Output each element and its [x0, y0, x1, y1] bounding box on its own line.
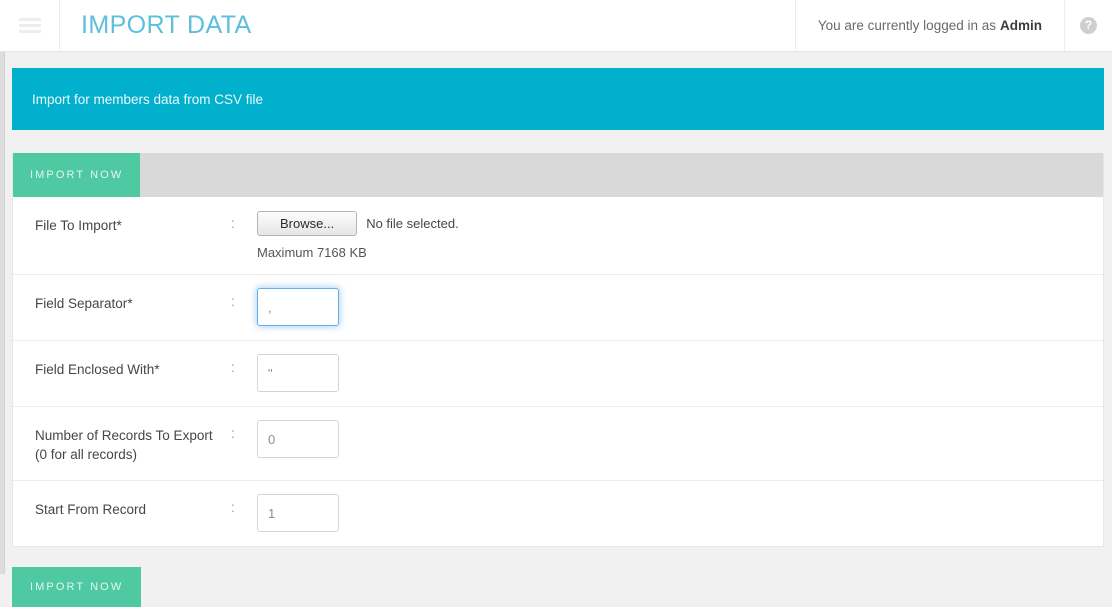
panel-tab-bar: IMPORT NOW	[13, 153, 1103, 197]
field-number-of-records	[257, 407, 1103, 472]
page-content: Import for members data from CSV file IM…	[0, 68, 1112, 607]
label-field-separator: Field Separator*	[13, 275, 231, 329]
menu-toggle-button[interactable]	[0, 0, 60, 51]
selected-file-status: No file selected.	[366, 215, 459, 231]
required-marker: *	[154, 362, 160, 377]
required-marker: *	[116, 218, 122, 233]
colon-separator: :	[231, 426, 235, 441]
field-file-to-import: Browse... No file selected. Maximum 7168…	[257, 197, 1103, 274]
page-title: IMPORT DATA	[81, 11, 252, 39]
label-number-of-records: Number of Records To Export (0 for all r…	[13, 407, 231, 480]
label-number-of-records-text: Number of Records To Export (0 for all r…	[35, 428, 213, 462]
logged-in-label: You are currently logged in as	[817, 18, 996, 33]
colon-separator: :	[231, 216, 235, 231]
hamburger-icon	[18, 15, 41, 36]
required-marker: *	[127, 296, 133, 311]
form-row-number-of-records: Number of Records To Export (0 for all r…	[13, 407, 1103, 481]
label-file-to-import-text: File To Import	[35, 218, 117, 233]
help-button[interactable]: ?	[1064, 0, 1112, 51]
label-start-from-record-text: Start From Record	[35, 502, 147, 517]
import-panel: IMPORT NOW File To Import* : Browse... N…	[12, 153, 1104, 547]
field-field-enclosed-with	[257, 341, 1103, 406]
label-field-enclosed-with: Field Enclosed With*	[13, 341, 231, 395]
tab-import-now[interactable]: IMPORT NOW	[13, 153, 141, 197]
top-bar: IMPORT DATA You are currently logged in …	[0, 0, 1112, 52]
info-banner: Import for members data from CSV file	[12, 68, 1104, 130]
max-file-size-hint: Maximum 7168 KB	[257, 245, 367, 260]
label-field-separator-text: Field Separator	[35, 296, 128, 311]
field-start-from-record	[257, 481, 1103, 546]
colon-separator: :	[231, 294, 235, 309]
logged-in-status: You are currently logged in as Admin	[794, 0, 1064, 51]
field-separator-input[interactable]	[257, 288, 339, 326]
colon-separator: :	[231, 360, 235, 375]
label-field-enclosed-with-text: Field Enclosed With	[35, 362, 155, 377]
import-now-submit-button[interactable]: IMPORT NOW	[12, 567, 142, 607]
number-of-records-input[interactable]	[257, 420, 339, 458]
logged-in-username: Admin	[1000, 18, 1042, 33]
field-field-separator	[257, 275, 1103, 340]
form-row-field-separator: Field Separator* :	[13, 275, 1103, 341]
panel-footer: IMPORT NOW	[12, 547, 1104, 607]
form-row-field-enclosed-with: Field Enclosed With* :	[13, 341, 1103, 407]
start-from-record-input[interactable]	[257, 494, 339, 532]
form-row-file-to-import: File To Import* : Browse... No file sele…	[13, 197, 1103, 275]
form-row-start-from-record: Start From Record :	[13, 481, 1103, 546]
label-start-from-record: Start From Record	[13, 481, 231, 535]
browse-file-button[interactable]: Browse...	[257, 210, 358, 236]
label-file-to-import: File To Import*	[13, 197, 231, 251]
question-mark-icon: ?	[1080, 17, 1097, 34]
field-enclosed-with-input[interactable]	[257, 354, 339, 392]
colon-separator: :	[231, 500, 235, 515]
